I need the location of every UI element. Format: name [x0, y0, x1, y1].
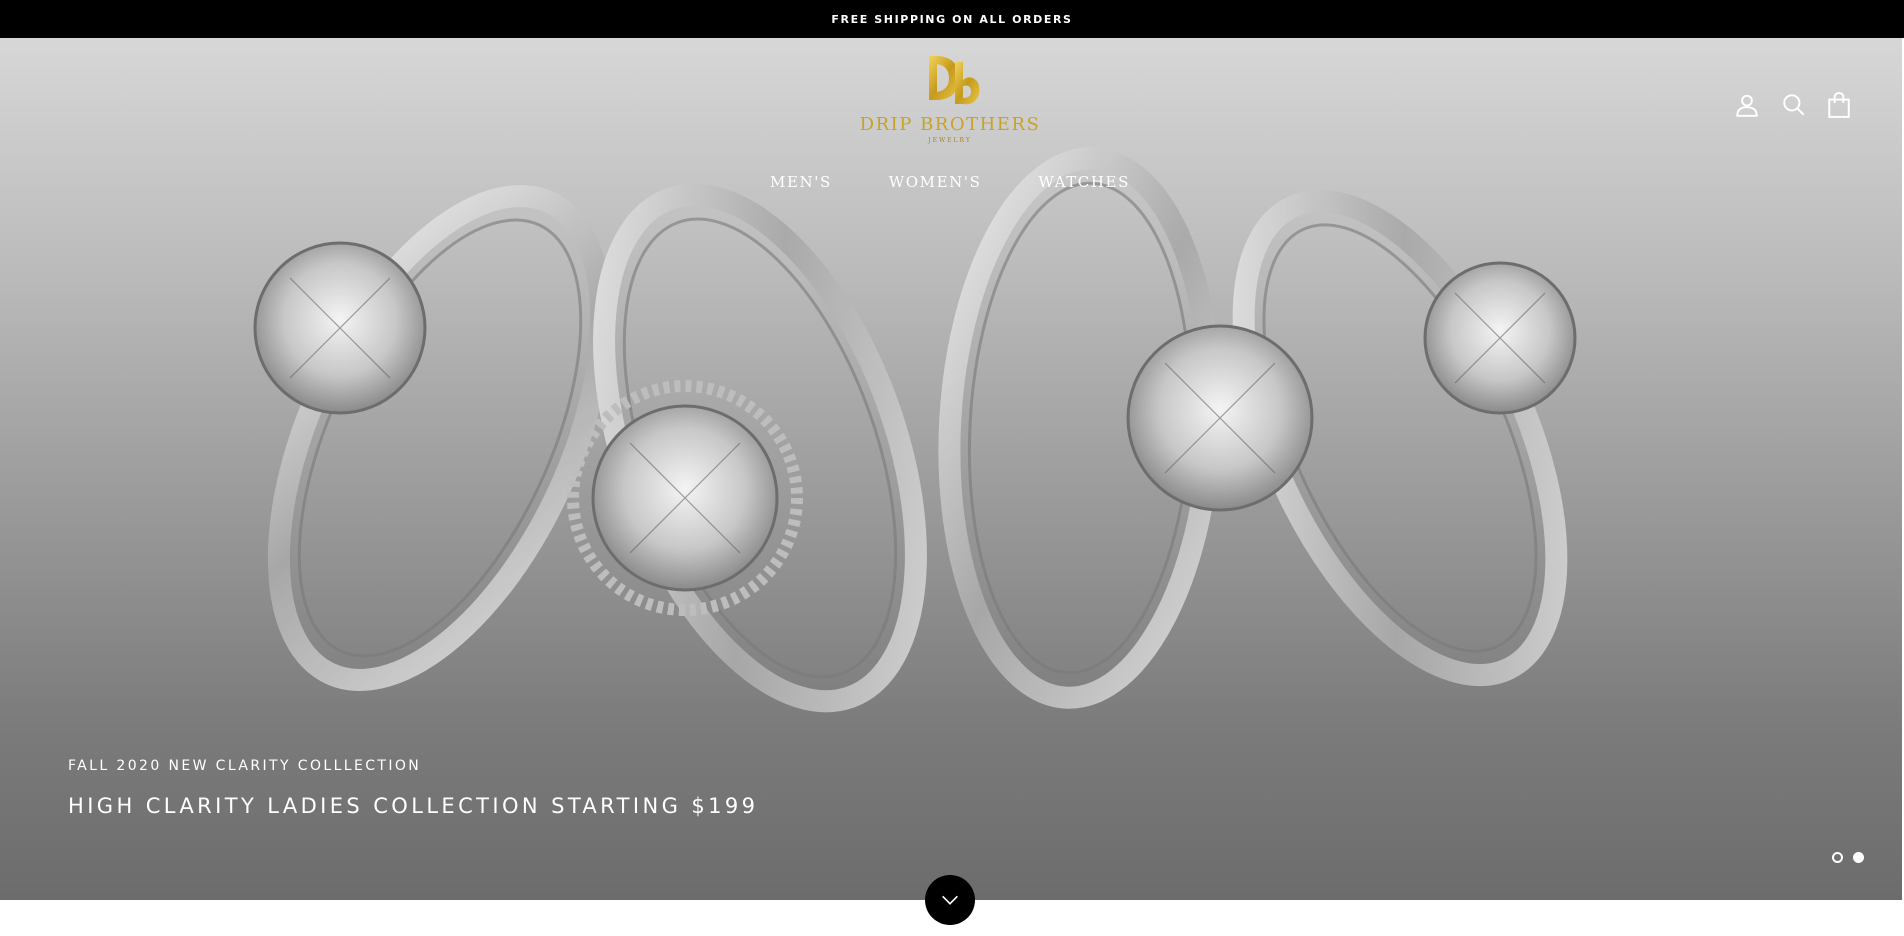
announcement-bar: FREE SHIPPING ON ALL ORDERS — [0, 0, 1904, 38]
nav-item-mens[interactable]: MEN'S — [770, 173, 832, 191]
chevron-down-icon — [942, 895, 958, 905]
main-navigation: MEN'S WOMEN'S WATCHES — [770, 173, 1130, 191]
logo-wordmark: DRIP BROTHERS — [859, 114, 1041, 135]
search-icon[interactable] — [1781, 92, 1807, 118]
store-logo[interactable]: DRIP BROTHERS JEWELRY — [855, 52, 1045, 152]
announcement-text: FREE SHIPPING ON ALL ORDERS — [831, 12, 1073, 26]
hero-subheading: FALL 2020 NEW CLARITY COLLLECTION — [68, 758, 422, 774]
logo-tagline: JEWELRY — [928, 137, 972, 144]
cart-icon[interactable] — [1826, 92, 1852, 118]
slide-dot-1[interactable] — [1832, 852, 1843, 863]
hero-heading: HIGH CLARITY LADIES COLLECTION STARTING … — [68, 794, 759, 818]
logo-monogram-icon — [929, 56, 980, 105]
scroll-down-button[interactable] — [925, 875, 975, 925]
nav-item-watches[interactable]: WATCHES — [1038, 173, 1130, 191]
slideshow-pagination — [1832, 852, 1872, 866]
account-icon[interactable] — [1734, 92, 1760, 118]
slide-dot-2[interactable] — [1853, 852, 1864, 863]
hero-caption: FALL 2020 NEW CLARITY COLLLECTION HIGH C… — [68, 758, 758, 818]
hero-slideshow: DRIP BROTHERS JEWELRY MEN'S WOMEN'S WATC… — [0, 38, 1904, 900]
header-actions — [1734, 92, 1858, 122]
nav-item-womens[interactable]: WOMEN'S — [889, 173, 982, 191]
